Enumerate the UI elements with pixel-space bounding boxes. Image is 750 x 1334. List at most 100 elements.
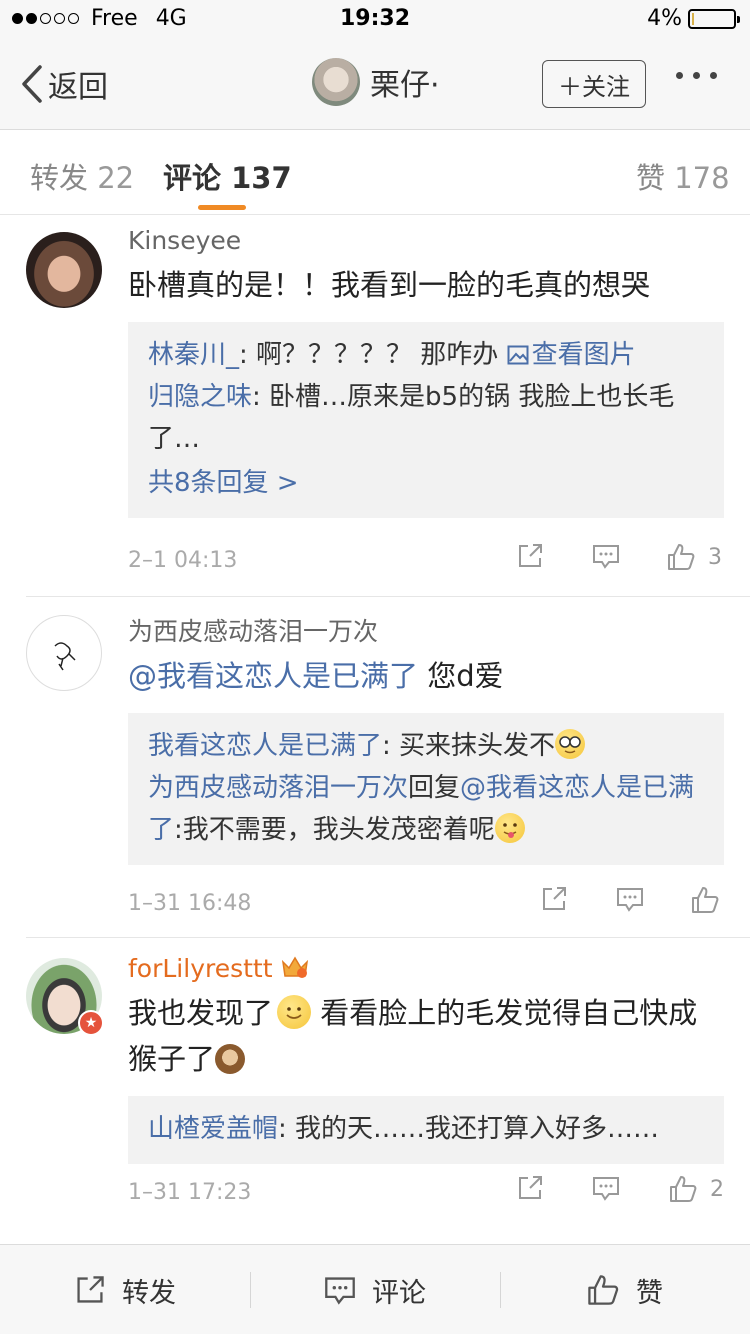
tab-count: 137 bbox=[231, 161, 292, 195]
vip-badge-icon: ★ bbox=[78, 1010, 104, 1036]
like-action-label: 赞 bbox=[636, 1277, 663, 1309]
comment-icon bbox=[593, 545, 619, 569]
thumbs-up-icon bbox=[588, 1275, 619, 1305]
comment-action-button[interactable]: 评论 bbox=[324, 1245, 426, 1334]
tab-count: 22 bbox=[97, 161, 135, 195]
tab-label: 赞 bbox=[636, 161, 666, 195]
tongue-emoji-icon bbox=[494, 813, 525, 843]
comment-time: 1–31 16:48 bbox=[128, 891, 252, 916]
view-image-label: 查看图片 bbox=[531, 340, 636, 370]
status-bar: Free 4G 19:32 4% bbox=[0, 0, 750, 40]
reply-text: 啊？？？？？ 那咋办 bbox=[247, 340, 507, 370]
chevron-left-icon bbox=[22, 65, 42, 103]
comment-text: 我也发现了 看看脸上的毛发觉得自己快成猴子了 bbox=[128, 990, 724, 1082]
share-icon bbox=[519, 1176, 542, 1199]
comment-icon bbox=[325, 1277, 355, 1305]
repost-button[interactable] bbox=[516, 1174, 544, 1202]
reply-thread[interactable]: 林秦川_: 啊？？？？？ 那咋办 查看图片 归隐之味: 卧槽…原来是b5的锅 我… bbox=[128, 322, 724, 518]
more-options-icon[interactable] bbox=[676, 72, 717, 79]
comment-footer: 1–31 17:23 2 bbox=[128, 1174, 724, 1214]
like-action-button[interactable]: 赞 bbox=[586, 1245, 663, 1334]
active-tab-indicator bbox=[198, 205, 246, 210]
reply-text: 我的天……我还打算入好多…… bbox=[286, 1114, 660, 1144]
avatar[interactable] bbox=[26, 232, 102, 308]
share-icon bbox=[77, 1276, 104, 1303]
back-label: 返回 bbox=[48, 70, 108, 105]
comment-icon bbox=[617, 888, 643, 912]
like-count: 2 bbox=[710, 1176, 724, 1202]
reply-item: 归隐之味: 卧槽…原来是b5的锅 我脸上也长毛了… bbox=[148, 376, 704, 460]
divider bbox=[26, 937, 750, 938]
view-all-replies-link[interactable]: 共8条回复 > bbox=[148, 462, 704, 504]
reply-username[interactable]: 山楂爱盖帽 bbox=[148, 1114, 278, 1144]
reply-button[interactable] bbox=[592, 1174, 620, 1202]
like-button[interactable] bbox=[690, 885, 720, 915]
nerd-emoji-icon bbox=[555, 729, 586, 759]
comment-time: 2–1 04:13 bbox=[128, 548, 238, 573]
comment-text-part: 我也发现了 bbox=[128, 996, 274, 1030]
like-count: 3 bbox=[708, 544, 722, 570]
comment-footer: 2–1 04:13 3 bbox=[128, 542, 724, 582]
reply-item: 山楂爱盖帽: 我的天……我还打算入好多…… bbox=[148, 1108, 704, 1150]
thumbs-up-icon bbox=[692, 887, 719, 913]
comment-username[interactable]: forLilyresttt bbox=[128, 954, 724, 984]
avatar bbox=[312, 58, 360, 106]
reply-separator: : bbox=[278, 1114, 287, 1144]
reply-item: 为西皮感动落泪一万次回复@我看这恋人是已满了:我不需要，我头发茂密着呢 bbox=[148, 767, 704, 851]
mention-link[interactable]: @我看这恋人是已满了 bbox=[128, 659, 418, 693]
avatar[interactable] bbox=[26, 615, 102, 691]
reply-username[interactable]: 为西皮感动落泪一万次 bbox=[148, 773, 408, 803]
reply-text: :我不需要，我头发茂密着呢 bbox=[174, 815, 495, 845]
share-icon bbox=[519, 544, 542, 567]
repost-button[interactable] bbox=[516, 542, 544, 570]
tab-bar: 转发 22 评论 137 赞 178 bbox=[0, 131, 750, 215]
like-button[interactable]: 2 bbox=[668, 1174, 724, 1204]
monkey-emoji-icon bbox=[215, 1044, 246, 1074]
reply-button[interactable] bbox=[592, 542, 620, 570]
comment-username[interactable]: Kinseyee bbox=[128, 226, 724, 256]
reply-separator: : bbox=[252, 382, 261, 412]
repost-action-label: 转发 bbox=[122, 1277, 176, 1309]
comment-text: 卧槽真的是！！我看到一脸的毛真的想哭 bbox=[128, 268, 651, 302]
reply-thread[interactable]: 山楂爱盖帽: 我的天……我还打算入好多…… bbox=[128, 1096, 724, 1164]
like-button[interactable]: 3 bbox=[666, 542, 722, 572]
reply-username[interactable]: 归隐之味 bbox=[148, 382, 252, 412]
divider bbox=[500, 1272, 501, 1308]
tab-label: 评论 bbox=[163, 161, 222, 195]
repost-button[interactable] bbox=[540, 885, 568, 913]
reply-thread[interactable]: 我看这恋人是已满了: 买来抹头发不 为西皮感动落泪一万次回复@我看这恋人是已满了… bbox=[128, 713, 724, 865]
comment-text-body: 您d爱 bbox=[418, 659, 504, 693]
tab-label: 转发 bbox=[30, 161, 89, 195]
reply-username[interactable]: 林秦川_ bbox=[148, 340, 239, 370]
back-button[interactable]: 返回 bbox=[20, 62, 108, 106]
comment-footer: 1–31 16:48 bbox=[128, 885, 724, 925]
divider bbox=[26, 596, 750, 597]
battery-percent: 4% bbox=[647, 6, 682, 31]
follow-button[interactable]: ＋关注 bbox=[542, 60, 646, 108]
bottom-action-bar: 转发 评论 赞 bbox=[0, 1244, 750, 1334]
author-header[interactable]: 栗仔· bbox=[312, 58, 440, 106]
tab-likes[interactable]: 赞 178 bbox=[636, 155, 730, 197]
comment-action-label: 评论 bbox=[372, 1277, 426, 1309]
author-name: 栗仔· bbox=[370, 68, 440, 103]
reply-username[interactable]: 我看这恋人是已满了 bbox=[148, 731, 382, 761]
reply-separator: : bbox=[239, 340, 248, 370]
comment-icon bbox=[593, 1177, 619, 1201]
view-image-link[interactable]: 查看图片 bbox=[507, 340, 636, 370]
reply-verb: 回复 bbox=[408, 773, 461, 803]
repost-action-button[interactable]: 转发 bbox=[74, 1245, 176, 1334]
reply-separator: : bbox=[382, 731, 391, 761]
reply-button[interactable] bbox=[616, 885, 644, 913]
reply-text: 买来抹头发不 bbox=[390, 731, 556, 761]
smile-emoji-icon bbox=[277, 995, 312, 1029]
navigation-bar: 返回 栗仔· ＋关注 bbox=[0, 40, 750, 130]
comment-username[interactable]: 为西皮感动落泪一万次 bbox=[128, 617, 724, 647]
tab-comments[interactable]: 评论 137 bbox=[163, 155, 292, 197]
comment-time: 1–31 17:23 bbox=[128, 1180, 252, 1205]
thumbs-up-icon bbox=[668, 544, 695, 570]
reply-item: 我看这恋人是已满了: 买来抹头发不 bbox=[148, 725, 704, 767]
clock: 19:32 bbox=[339, 6, 411, 31]
tab-reposts[interactable]: 转发 22 bbox=[30, 155, 134, 197]
reply-item: 林秦川_: 啊？？？？？ 那咋办 查看图片 bbox=[148, 334, 704, 376]
thumbs-up-icon bbox=[670, 1176, 697, 1202]
